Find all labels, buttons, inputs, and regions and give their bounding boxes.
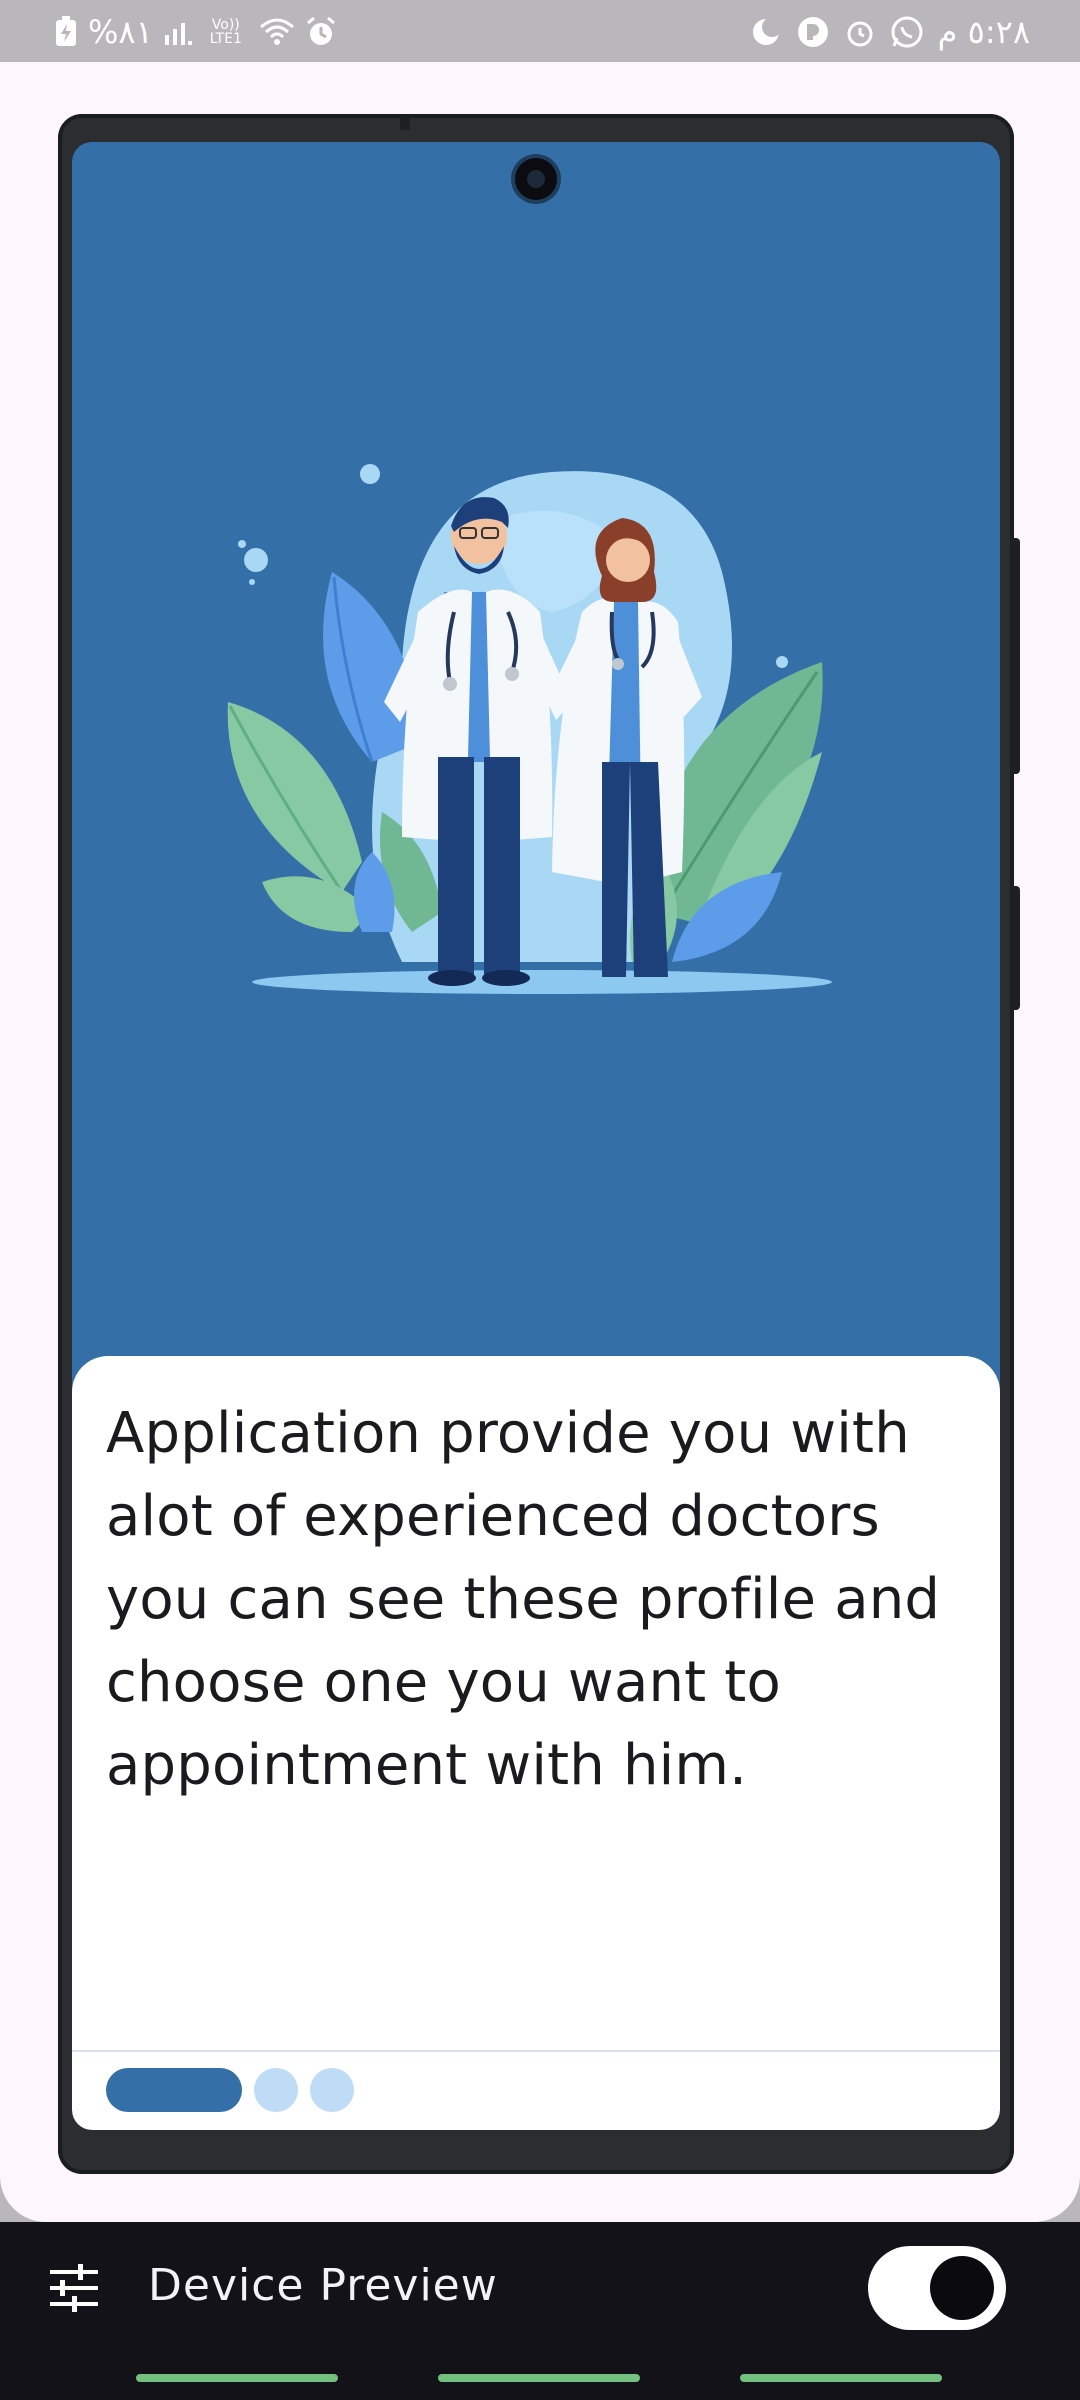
- card-divider: [72, 2050, 1000, 2052]
- onboarding-description: Application provide you with alot of exp…: [106, 1401, 941, 1798]
- app-icon: [796, 15, 830, 49]
- status-bar: %٨١ Vo)) LTE1 ٥:٢٨ م: [0, 0, 1080, 62]
- doctors-illustration: [227, 464, 832, 994]
- tune-icon[interactable]: [48, 2262, 100, 2314]
- nav-pill[interactable]: [740, 2374, 942, 2382]
- toggle-knob: [930, 2256, 994, 2320]
- device-preview-title: Device Preview: [148, 2260, 498, 2311]
- onboarding-card: Application provide you with alot of exp…: [72, 1356, 1000, 2130]
- page-dot[interactable]: [310, 2068, 354, 2112]
- lte-icon: Vo)) LTE1: [209, 17, 242, 47]
- alarm-icon: [305, 16, 337, 48]
- page-indicator[interactable]: [106, 2068, 354, 2112]
- page-dot[interactable]: [254, 2068, 298, 2112]
- battery-percentage: %٨١: [88, 13, 153, 51]
- nav-pill[interactable]: [136, 2374, 338, 2382]
- page-dot-active[interactable]: [106, 2068, 242, 2112]
- power-button: [1010, 886, 1020, 1010]
- navigation-bar: [0, 2356, 1080, 2400]
- charging-icon: [54, 16, 78, 48]
- volume-button: [1010, 538, 1020, 774]
- moon-icon: [750, 16, 782, 48]
- device-preview-toolbar: Device Preview: [0, 2176, 1080, 2356]
- alarm-icon: [844, 16, 876, 48]
- wifi-icon: [259, 17, 295, 47]
- device-preview-toggle[interactable]: [868, 2246, 1006, 2330]
- whatsapp-icon: [890, 15, 924, 49]
- signal-icon: [163, 17, 193, 47]
- frame-top-mark: [400, 116, 410, 130]
- status-left: %٨١ Vo)) LTE1: [54, 10, 337, 54]
- nav-pill[interactable]: [438, 2374, 640, 2382]
- front-camera: [515, 158, 557, 200]
- status-time: ٥:٢٨ م: [937, 13, 1030, 51]
- status-right: ٥:٢٨ م: [750, 10, 1030, 54]
- app-screen: Application provide you with alot of exp…: [72, 142, 1000, 2130]
